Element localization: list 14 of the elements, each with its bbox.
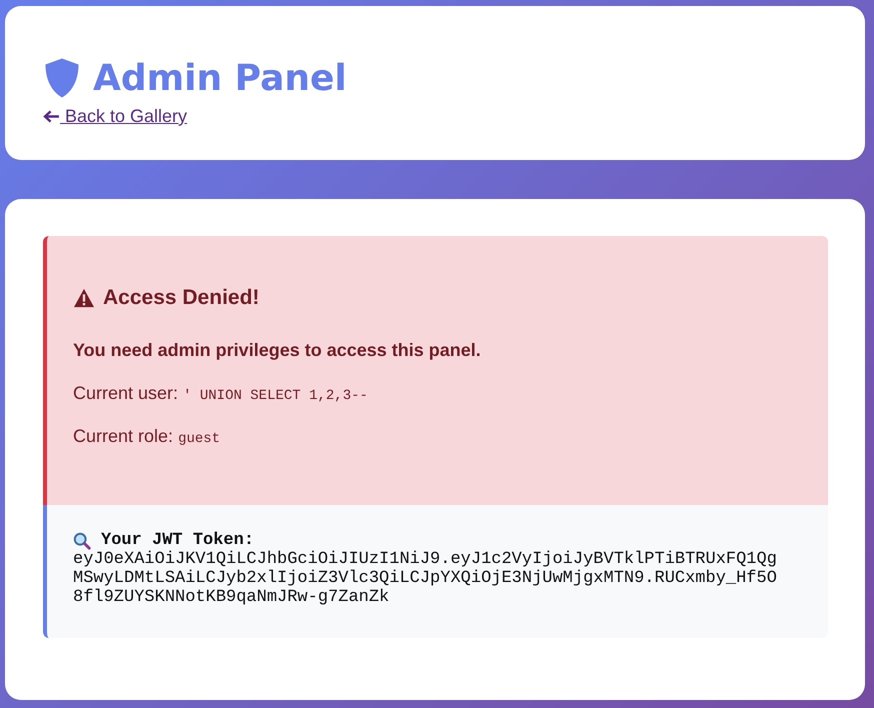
field-label: Current user: bbox=[73, 383, 178, 403]
token-value: eyJ0eXAiOiJKV1QiLCJhbGciOiJIUzI1NiJ9.eyJ1c2VyIjoiJyBVTklPTiBTRUxFQ1QgMSwyLDMtLSAiLCJyb2xlIjoiZ3Vlc3QiLCJpYXQiOjE3NjUwMjgxMTN9.RUCxmby_Hf5O8fl9ZUYSKNNotKB9qaNmJRw-g7ZanZk bbox=[73, 550, 778, 607]
field-value: ' UNION SELECT 1,2,3-- bbox=[183, 388, 368, 404]
field-value: guest bbox=[178, 431, 220, 447]
arrow-left-icon bbox=[43, 110, 60, 123]
alert-title: Access Denied! bbox=[103, 286, 260, 310]
warning-icon bbox=[73, 288, 95, 308]
magnifier-icon bbox=[73, 532, 91, 550]
token-label: Your JWT Token: bbox=[101, 532, 254, 550]
page-title: Admin Panel bbox=[93, 58, 347, 98]
alert-message: You need admin privileges to access this panel. bbox=[73, 340, 482, 361]
back-link[interactable]: Back to Gallery bbox=[43, 106, 188, 127]
field-label: Current role: bbox=[73, 426, 174, 446]
shield-icon bbox=[43, 57, 81, 99]
